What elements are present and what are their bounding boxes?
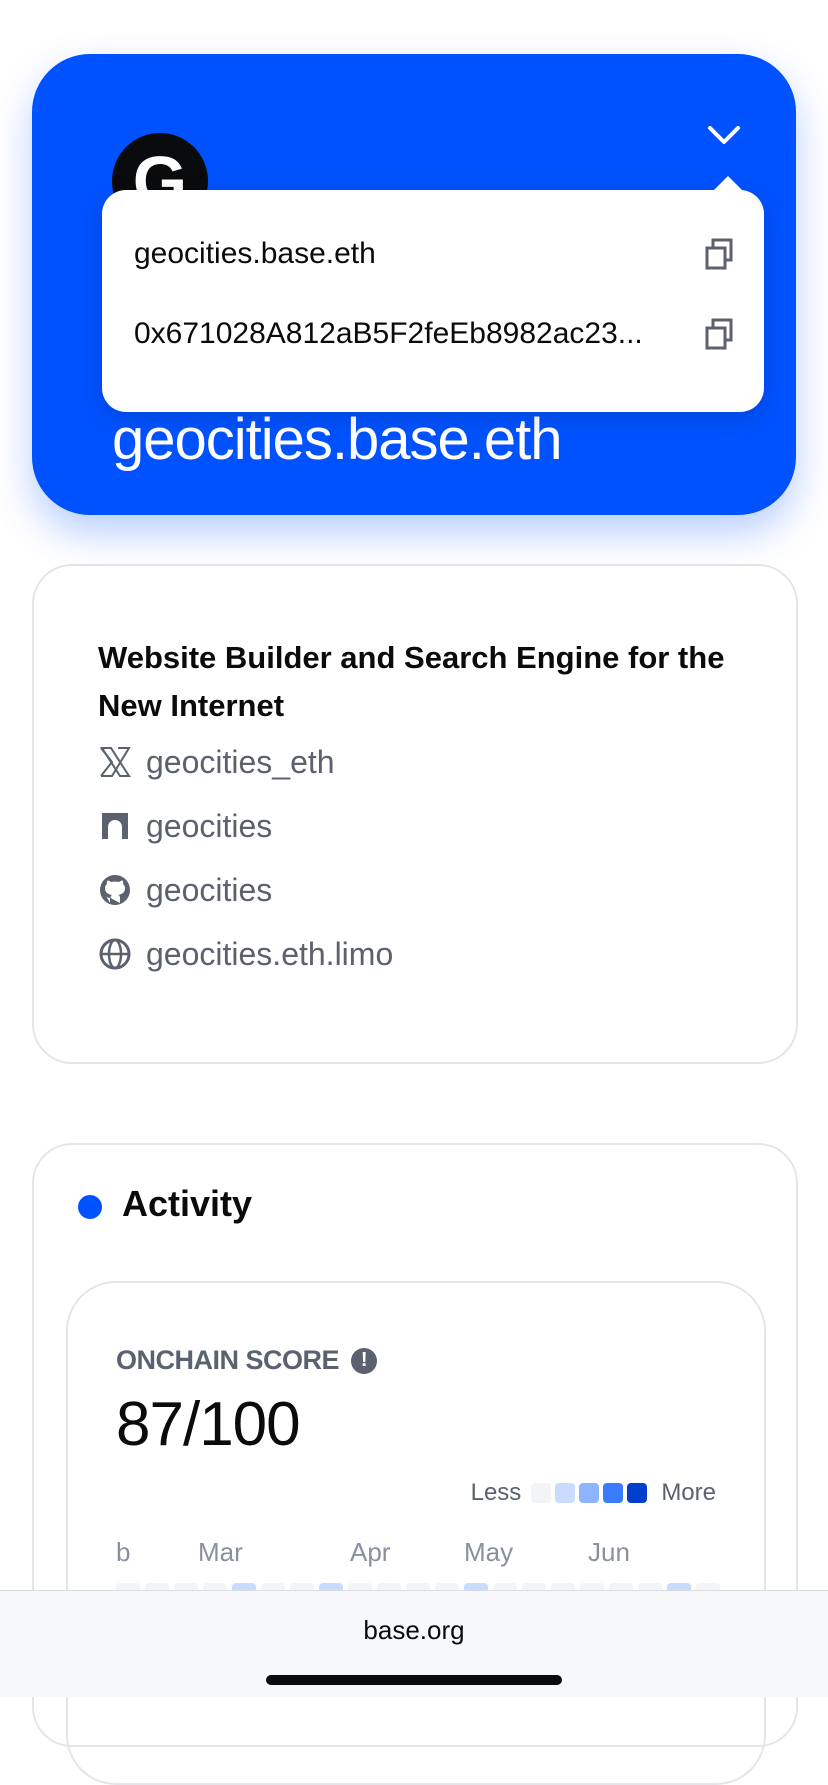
heatmap-legend: Less More [471, 1479, 716, 1507]
month-label: b [116, 1537, 131, 1567]
link-label: geocities_eth [146, 743, 335, 780]
globe-icon [99, 938, 131, 970]
link-label: geocities.eth.limo [146, 935, 394, 972]
farcaster-icon [102, 813, 128, 839]
score-label-text: ONCHAIN SCORE [116, 1345, 340, 1375]
bio-card: Website Builder and Search Engine for th… [32, 564, 798, 1064]
legend-swatch [603, 1483, 624, 1503]
name-text: geocities.base.eth [134, 237, 376, 270]
month-label: Jun [588, 1537, 630, 1567]
x-icon [100, 747, 131, 777]
address-popover: geocities.base.eth 0x671028A812aB5F2feEb… [102, 176, 764, 412]
legend-swatch [627, 1483, 648, 1503]
profile-name: geocities.base.eth [112, 407, 563, 472]
onchain-score-value: 87/100 [116, 1390, 301, 1459]
github-icon [100, 875, 130, 905]
home-indicator [266, 1675, 562, 1685]
legend-more: More [661, 1479, 716, 1506]
month-label: Apr [350, 1537, 391, 1567]
link-label: geocities [146, 807, 273, 844]
activity-dot [78, 1195, 102, 1219]
copy-icon[interactable] [704, 238, 734, 270]
onchain-score-label: ONCHAIN SCORE ! [116, 1345, 378, 1376]
info-icon[interactable]: ! [351, 1347, 378, 1374]
link-x[interactable]: geocities_eth [98, 740, 335, 784]
activity-title: Activity [122, 1183, 253, 1224]
link-github[interactable]: geocities [98, 868, 272, 912]
legend-swatch [555, 1483, 576, 1503]
copy-name-row[interactable]: geocities.base.eth [134, 224, 734, 284]
onchain-score-panel: ONCHAIN SCORE ! 87/100 Less More b Mar A… [66, 1281, 766, 1785]
address-text: 0x671028A812aB5F2feEb8982ac23... [134, 317, 643, 350]
link-farcaster[interactable]: geocities [98, 804, 272, 848]
month-label: May [464, 1537, 514, 1567]
link-label: geocities [146, 871, 273, 908]
link-website[interactable]: geocities.eth.limo [98, 932, 393, 976]
copy-icon[interactable] [704, 318, 734, 350]
url-label[interactable]: base.org [0, 1615, 828, 1646]
legend-less: Less [470, 1479, 522, 1506]
chevron-up-icon[interactable] [702, 114, 746, 158]
month-label: Mar [198, 1537, 243, 1567]
browser-bottom-bar: base.org [0, 1590, 828, 1697]
bio-description: Website Builder and Search Engine for th… [98, 640, 725, 723]
copy-address-row[interactable]: 0x671028A812aB5F2feEb8982ac23... [134, 304, 734, 364]
legend-swatch [579, 1483, 600, 1503]
legend-swatch [531, 1483, 552, 1503]
